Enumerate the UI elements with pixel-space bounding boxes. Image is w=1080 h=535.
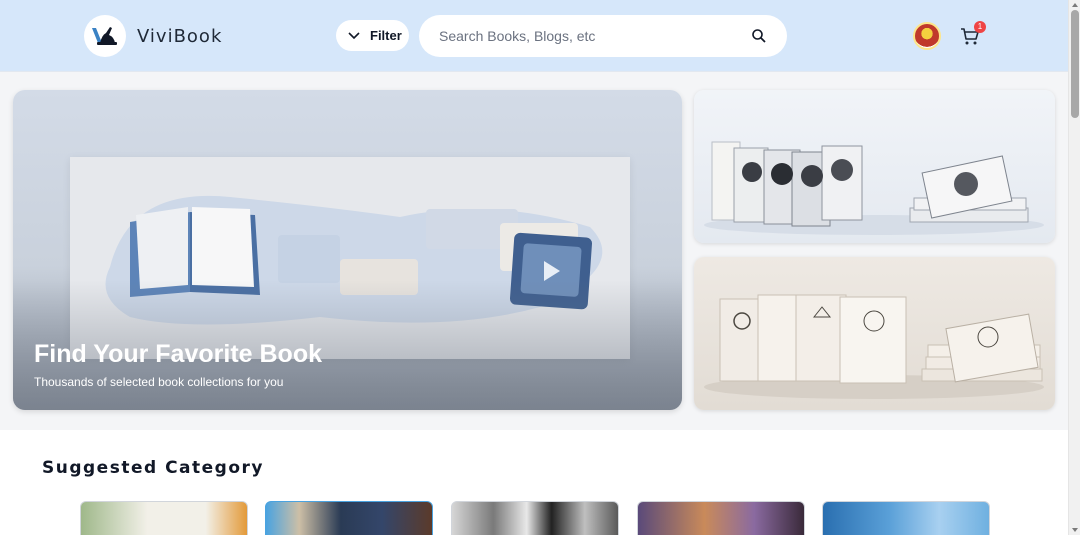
scroll-thumb[interactable] bbox=[1071, 10, 1079, 118]
philosophy-books-image bbox=[704, 294, 1044, 399]
user-avatar[interactable] bbox=[913, 22, 941, 50]
logo[interactable] bbox=[84, 15, 126, 57]
manga-books-image bbox=[704, 141, 1044, 235]
category-card-comics[interactable] bbox=[80, 501, 248, 535]
scroll-down-arrow-icon[interactable] bbox=[1072, 528, 1078, 532]
search-bar bbox=[419, 15, 787, 57]
category-card-novels[interactable] bbox=[265, 501, 433, 535]
manga-book-stack bbox=[711, 141, 863, 227]
hero-banner[interactable]: Find Your Favorite Book Thousands of sel… bbox=[13, 90, 682, 410]
scroll-up-arrow-icon[interactable] bbox=[1072, 3, 1078, 7]
page-scrollbar[interactable] bbox=[1068, 0, 1080, 535]
page: ViviBook Filter 1 bbox=[0, 0, 1080, 535]
logo-icon bbox=[92, 27, 117, 45]
promo-card-philosophy[interactable] bbox=[694, 257, 1055, 410]
brand-name[interactable]: ViviBook bbox=[137, 26, 222, 47]
hero-subtitle: Thousands of selected book collections f… bbox=[34, 375, 284, 389]
chevron-down-icon bbox=[348, 31, 360, 39]
search-icon[interactable] bbox=[751, 28, 767, 44]
promo-card-manga[interactable] bbox=[694, 90, 1055, 243]
filter-label: Filter bbox=[370, 28, 402, 43]
category-card-anime[interactable] bbox=[637, 501, 805, 535]
category-card-manga[interactable] bbox=[451, 501, 619, 535]
top-navbar: ViviBook Filter 1 bbox=[0, 0, 1068, 72]
cart-count-badge: 1 bbox=[974, 21, 986, 33]
section-title-suggested-category: Suggested Category bbox=[42, 458, 264, 478]
filter-button[interactable]: Filter bbox=[336, 20, 409, 51]
search-input[interactable] bbox=[439, 28, 751, 44]
category-card-fantasy[interactable] bbox=[822, 501, 990, 535]
hero-title: Find Your Favorite Book bbox=[34, 340, 322, 368]
manga-pile bbox=[909, 155, 1029, 223]
